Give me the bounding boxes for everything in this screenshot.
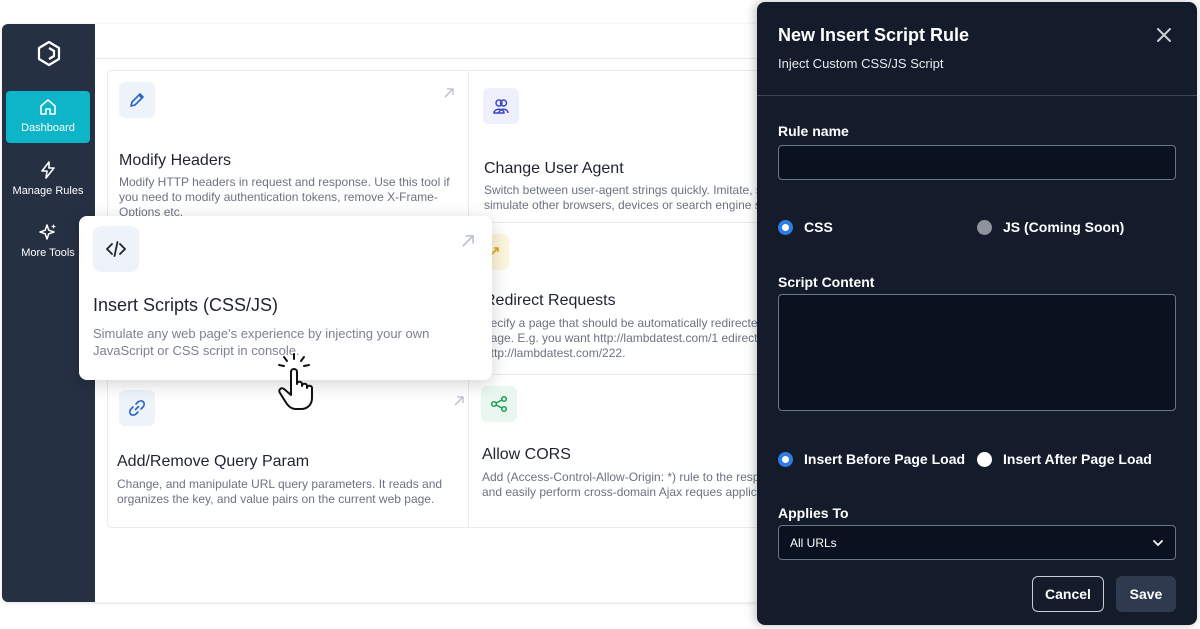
card-title: Allow CORS	[482, 446, 571, 463]
sidebar-item-more-tools[interactable]: More Tools	[6, 216, 90, 268]
tool-card-redirect-requests[interactable]: Redirect Requests pecify a page that sho…	[469, 222, 802, 374]
radio-selected-icon	[778, 451, 793, 467]
applies-to-select[interactable]: All URLs	[778, 525, 1176, 560]
sidebar-item-label: More Tools	[21, 247, 75, 259]
radio-label: Insert Before Page Load	[804, 451, 966, 467]
card-icon-box	[93, 226, 139, 272]
card-title: Change User Agent	[484, 160, 624, 177]
card-title: Insert Scripts (CSS/JS)	[93, 295, 279, 315]
card-icon-box	[119, 390, 155, 426]
tool-card-modify-headers[interactable]: Modify Headers Modify HTTP headers in re…	[107, 70, 468, 219]
radio-disabled-icon	[977, 219, 992, 235]
script-content-label: Script Content	[778, 274, 875, 290]
lightning-icon	[41, 161, 55, 179]
link-icon	[129, 400, 145, 416]
card-icon-box	[481, 386, 517, 422]
chevron-down-icon	[1153, 539, 1163, 546]
open-arrow-icon[interactable]	[459, 232, 477, 250]
radio-css[interactable]: CSS	[778, 219, 833, 235]
radio-insert-after[interactable]: Insert After Page Load	[977, 451, 1152, 467]
card-title: Modify Headers	[119, 152, 232, 169]
home-icon	[40, 99, 56, 115]
divider	[95, 58, 802, 59]
applies-to-label: Applies To	[778, 505, 849, 521]
radio-selected-icon	[778, 219, 793, 235]
card-description: Modify HTTP headers in request and respo…	[119, 175, 450, 219]
sidebar-item-label: Dashboard	[21, 122, 75, 134]
card-icon-box	[483, 88, 519, 124]
pencil-icon	[130, 93, 144, 107]
open-arrow-icon[interactable]	[442, 86, 456, 100]
radio-label: Insert After Page Load	[1003, 451, 1152, 467]
code-icon	[106, 241, 126, 257]
radio-label: JS (Coming Soon)	[1003, 219, 1125, 235]
card-description: Switch between user-agent strings quickl…	[484, 183, 768, 212]
open-arrow-icon[interactable]	[452, 394, 466, 408]
rule-name-input[interactable]	[778, 145, 1176, 180]
app-logo-icon	[37, 40, 61, 67]
rule-name-label: Rule name	[778, 123, 849, 139]
card-title: Add/Remove Query Param	[117, 453, 310, 470]
sparkle-icon	[39, 224, 56, 240]
sidebar-item-dashboard[interactable]: Dashboard	[6, 91, 90, 143]
card-description: Add (Access-Control-Allow-Origin: *) rul…	[482, 470, 801, 499]
users-icon	[493, 99, 509, 114]
card-icon-box	[119, 82, 155, 118]
panel-title: New Insert Script Rule	[778, 25, 970, 45]
tool-card-change-user-agent[interactable]: Change User Agent Switch between user-ag…	[469, 70, 802, 222]
close-icon[interactable]	[1155, 26, 1173, 44]
cancel-button[interactable]: Cancel	[1032, 576, 1104, 612]
new-rule-panel: New Insert Script Rule Inject Custom CSS…	[757, 2, 1197, 625]
script-content-textarea[interactable]	[778, 294, 1176, 411]
tool-card-allow-cors[interactable]: Allow CORS Add (Access-Control-Allow-Ori…	[469, 374, 802, 528]
share-icon	[490, 395, 508, 413]
card-description: pecify a page that should be automatical…	[484, 316, 789, 360]
save-button[interactable]: Save	[1116, 576, 1176, 612]
card-description: Change, and manipulate URL query paramet…	[117, 477, 443, 506]
divider	[757, 95, 1197, 96]
radio-insert-before[interactable]: Insert Before Page Load	[778, 451, 965, 467]
radio-js[interactable]: JS (Coming Soon)	[977, 219, 1124, 235]
radio-unselected-icon	[977, 451, 992, 467]
hand-pointer-cursor-icon	[278, 353, 313, 410]
radio-label: CSS	[804, 219, 833, 235]
panel-subtitle: Inject Custom CSS/JS Script	[778, 56, 944, 71]
sidebar-item-manage-rules[interactable]: Manage Rules	[6, 154, 90, 206]
select-value: All URLs	[790, 535, 837, 550]
card-title: Redirect Requests	[484, 292, 616, 309]
sidebar-item-label: Manage Rules	[12, 185, 84, 197]
